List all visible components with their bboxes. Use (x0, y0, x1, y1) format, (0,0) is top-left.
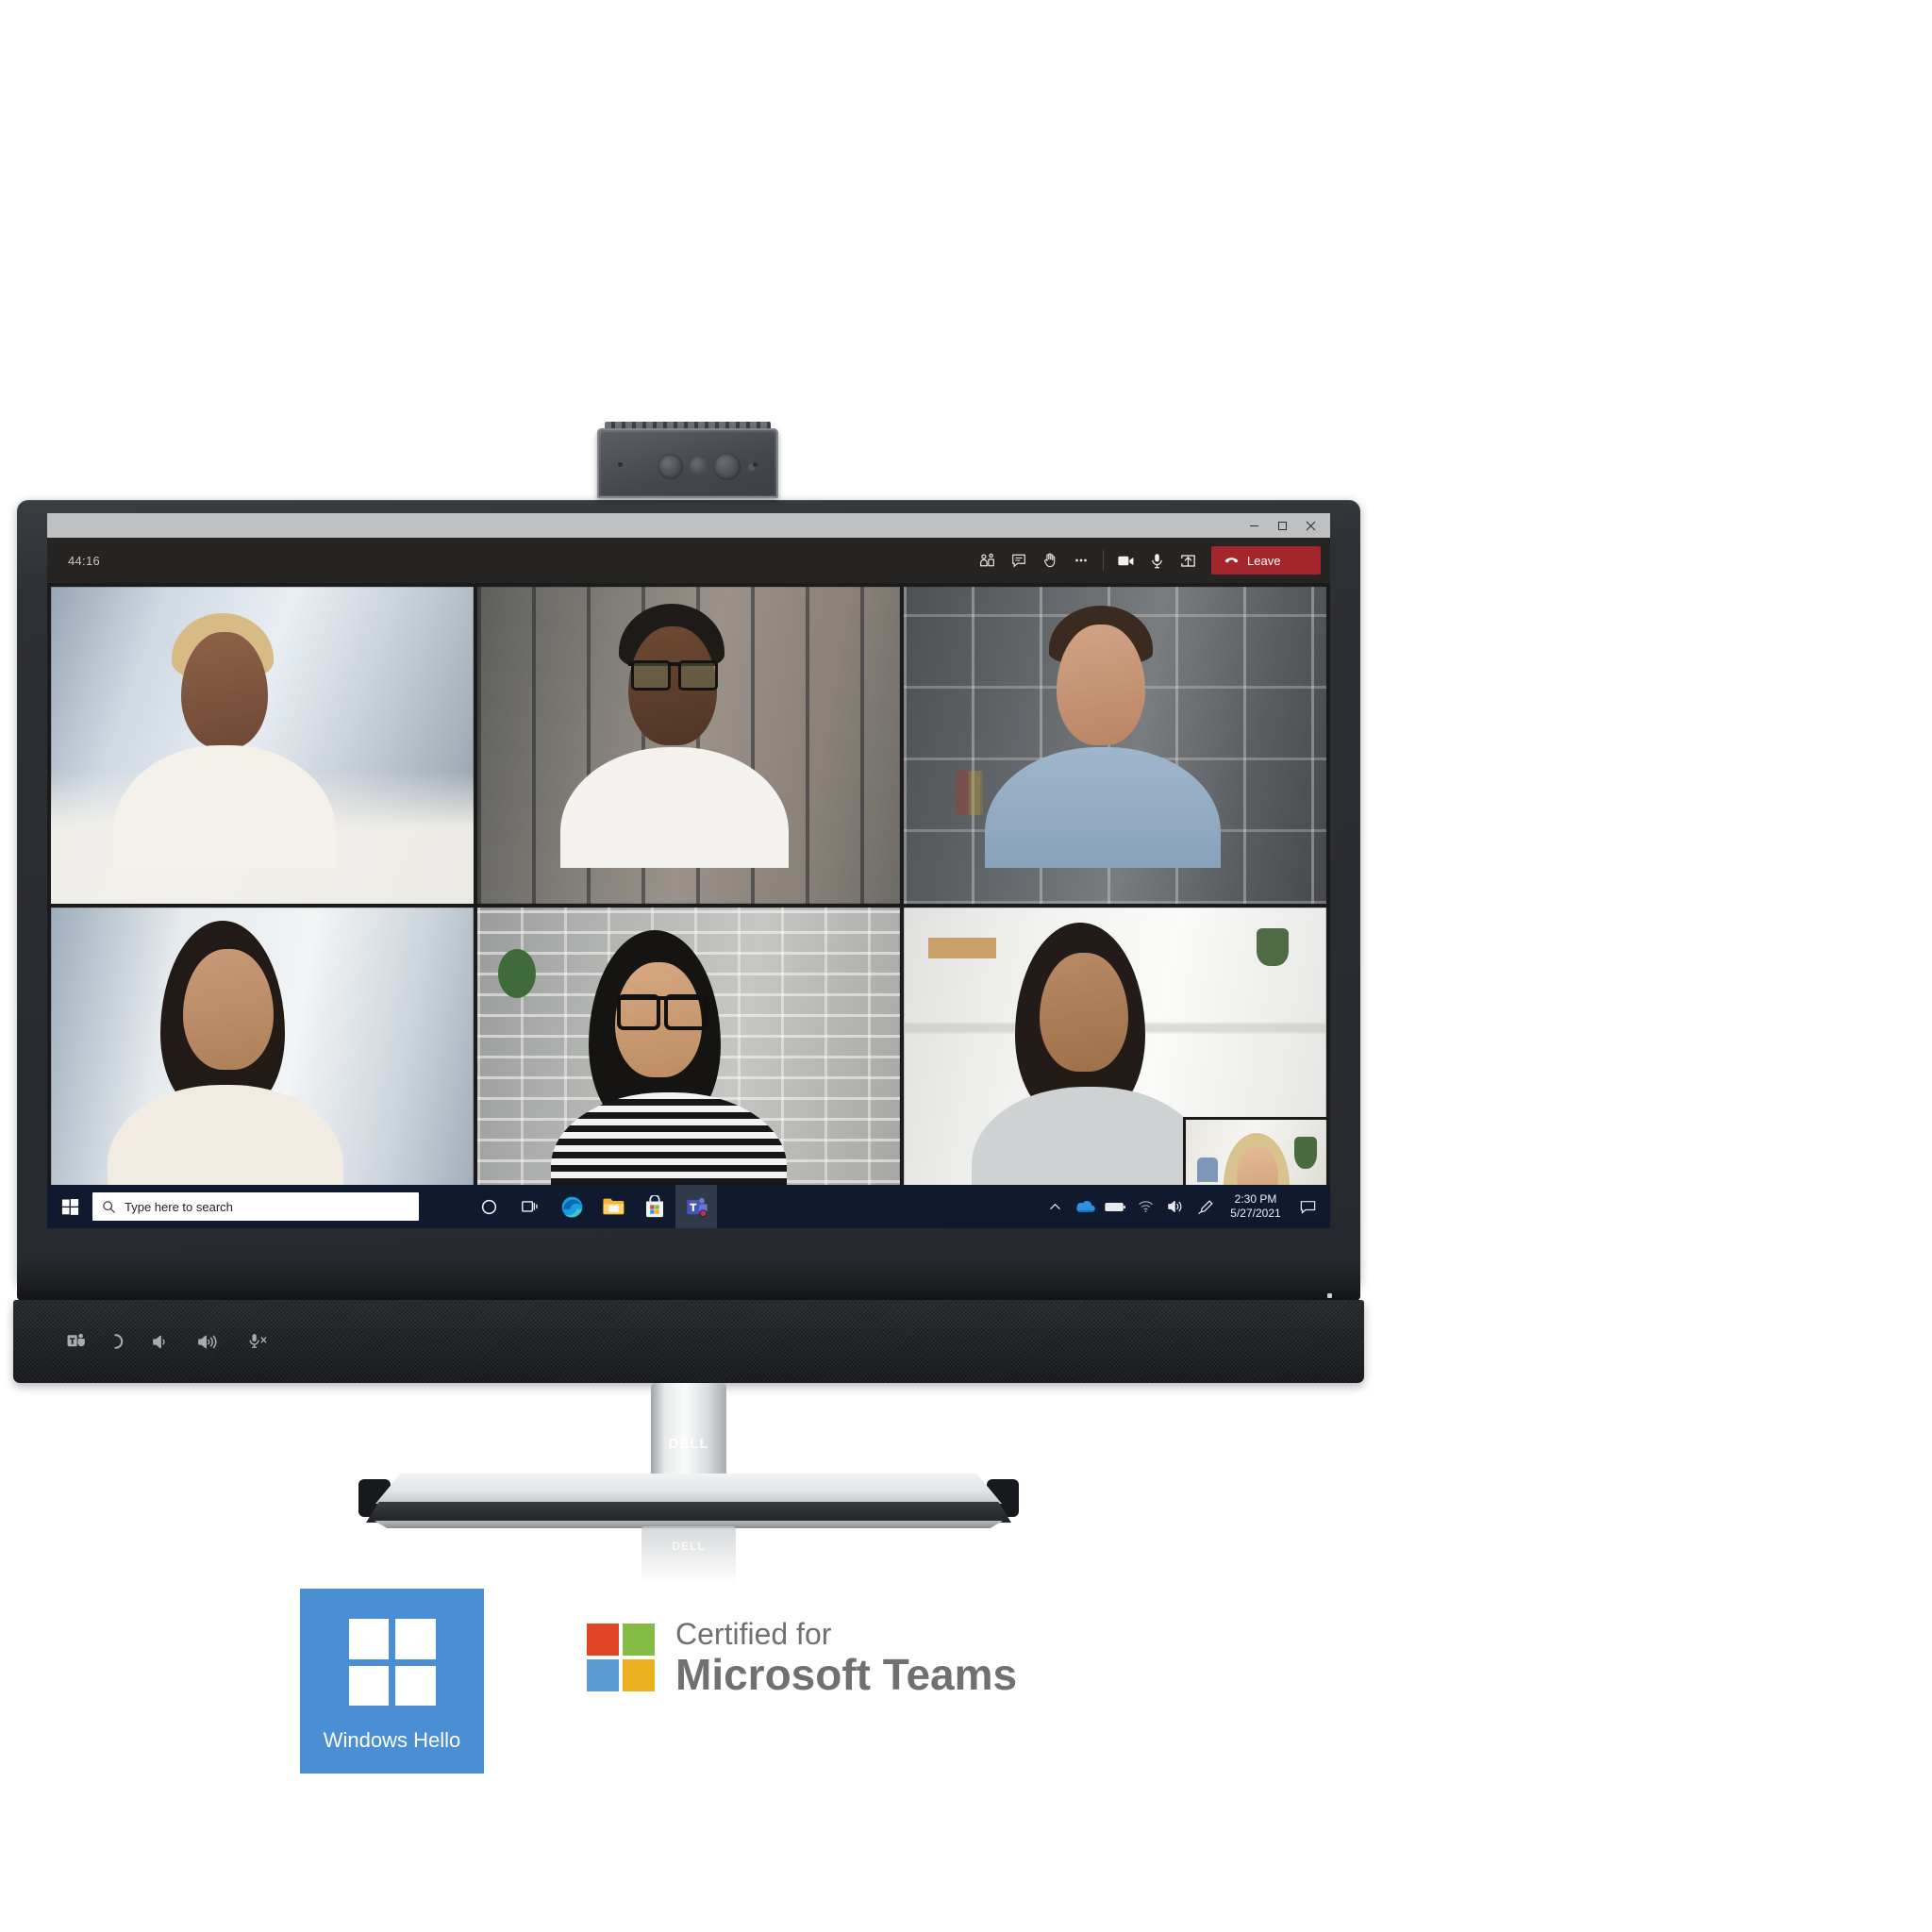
cortana-icon[interactable] (468, 1185, 509, 1228)
minimize-button[interactable] (1240, 513, 1268, 538)
search-placeholder: Type here to search (125, 1199, 233, 1214)
leave-button[interactable]: Leave (1211, 546, 1321, 575)
microphone-icon[interactable] (1141, 545, 1173, 575)
taskbar-pinned-apps (468, 1185, 717, 1228)
microsoft-store-icon[interactable] (634, 1185, 675, 1228)
battery-icon[interactable] (1100, 1185, 1130, 1228)
webcam-sensor-left (618, 462, 623, 467)
file-explorer-icon[interactable] (592, 1185, 634, 1228)
stand-reflection: DELL (641, 1526, 736, 1583)
webcam-lens-main (658, 454, 683, 479)
soundbar-controls (66, 1300, 269, 1383)
power-led (1327, 1293, 1332, 1298)
window-title-bar (47, 513, 1330, 538)
volume-down-button[interactable] (152, 1334, 171, 1350)
webcam-sensor-right (753, 462, 758, 467)
participant-tile-1[interactable] (51, 587, 474, 904)
show-hidden-icons-icon[interactable] (1040, 1185, 1070, 1228)
participants-icon[interactable] (972, 545, 1003, 575)
close-button[interactable] (1296, 513, 1324, 538)
onedrive-icon[interactable] (1070, 1185, 1100, 1228)
pop-up-webcam (597, 422, 778, 505)
dell-logo: DELL (668, 1436, 709, 1452)
participant-tile-6[interactable] (904, 908, 1326, 1224)
windows-logo-icon (348, 1619, 436, 1706)
teams-meeting-toolbar: 44:16 Leave (47, 538, 1330, 583)
leave-label: Leave (1247, 553, 1281, 568)
microphone-mute-button[interactable] (246, 1332, 269, 1351)
camera-icon[interactable] (1110, 545, 1141, 575)
call-timer: 44:16 (68, 553, 101, 568)
share-screen-icon[interactable] (1173, 545, 1204, 575)
base-top-surface (375, 1474, 1002, 1504)
monitor-chin (17, 1263, 1360, 1301)
search-input[interactable]: Type here to search (92, 1192, 419, 1221)
toolbar-divider (1103, 550, 1104, 571)
edge-icon[interactable] (551, 1185, 592, 1228)
monitor-screen: 44:16 Leave Type here to search 2:30 PM … (47, 513, 1330, 1228)
webcam-lens-secondary (690, 458, 708, 475)
windows-taskbar: Type here to search 2:30 PM 5/27/2021 (47, 1185, 1330, 1228)
webcam-lens-ir (713, 453, 741, 480)
microsoft-logo-icon (587, 1624, 655, 1691)
raise-hand-icon[interactable] (1034, 545, 1065, 575)
certified-line-1: Certified for (675, 1617, 832, 1651)
maximize-button[interactable] (1268, 513, 1296, 538)
webcam-body (597, 428, 778, 498)
start-button[interactable] (47, 1185, 92, 1228)
webcam-face (601, 432, 774, 495)
monitor-stand-base (358, 1474, 1019, 1530)
monitor-soundbar (13, 1300, 1364, 1383)
more-options-icon[interactable] (1065, 545, 1096, 575)
toolbar-actions: Leave (972, 538, 1321, 583)
microsoft-teams-icon[interactable] (675, 1185, 717, 1228)
participant-tile-5[interactable] (477, 908, 900, 1224)
participant-tile-3[interactable] (904, 587, 1326, 904)
certified-for-teams-badge: Certified for Microsoft Teams (587, 1619, 1017, 1696)
windows-hello-label: Windows Hello (323, 1728, 461, 1752)
clock-date: 5/27/2021 (1230, 1207, 1281, 1220)
dell-logo-reflection: DELL (672, 1540, 706, 1553)
product-photo-scene: 44:16 Leave Type here to search 2:30 PM … (0, 0, 1932, 1932)
windows-logo-icon (61, 1198, 78, 1215)
search-icon (103, 1200, 115, 1213)
clock[interactable]: 2:30 PM 5/27/2021 (1221, 1185, 1291, 1228)
participant-tile-2[interactable] (477, 587, 900, 904)
certified-line-2: Microsoft Teams (675, 1650, 1018, 1699)
base-front-edge (366, 1502, 1011, 1523)
clock-time: 2:30 PM (1234, 1192, 1277, 1206)
hang-up-icon (1224, 557, 1239, 562)
task-view-icon[interactable] (509, 1185, 551, 1228)
hook-button[interactable] (112, 1332, 125, 1351)
window-controls (1240, 513, 1324, 538)
certified-text: Certified for Microsoft Teams (675, 1619, 1017, 1696)
pen-menu-icon[interactable] (1191, 1185, 1221, 1228)
action-center-icon[interactable] (1291, 1185, 1324, 1228)
network-icon[interactable] (1130, 1185, 1160, 1228)
volume-icon[interactable] (1160, 1185, 1191, 1228)
system-tray: 2:30 PM 5/27/2021 (1040, 1185, 1330, 1228)
volume-up-button[interactable] (197, 1334, 220, 1350)
participant-tile-4[interactable] (51, 908, 474, 1224)
chat-icon[interactable] (1003, 545, 1034, 575)
windows-hello-badge: Windows Hello (300, 1589, 484, 1774)
teams-button[interactable] (66, 1332, 86, 1351)
monitor-bezel: 44:16 Leave Type here to search 2:30 PM … (17, 500, 1360, 1285)
video-grid (47, 583, 1330, 1228)
